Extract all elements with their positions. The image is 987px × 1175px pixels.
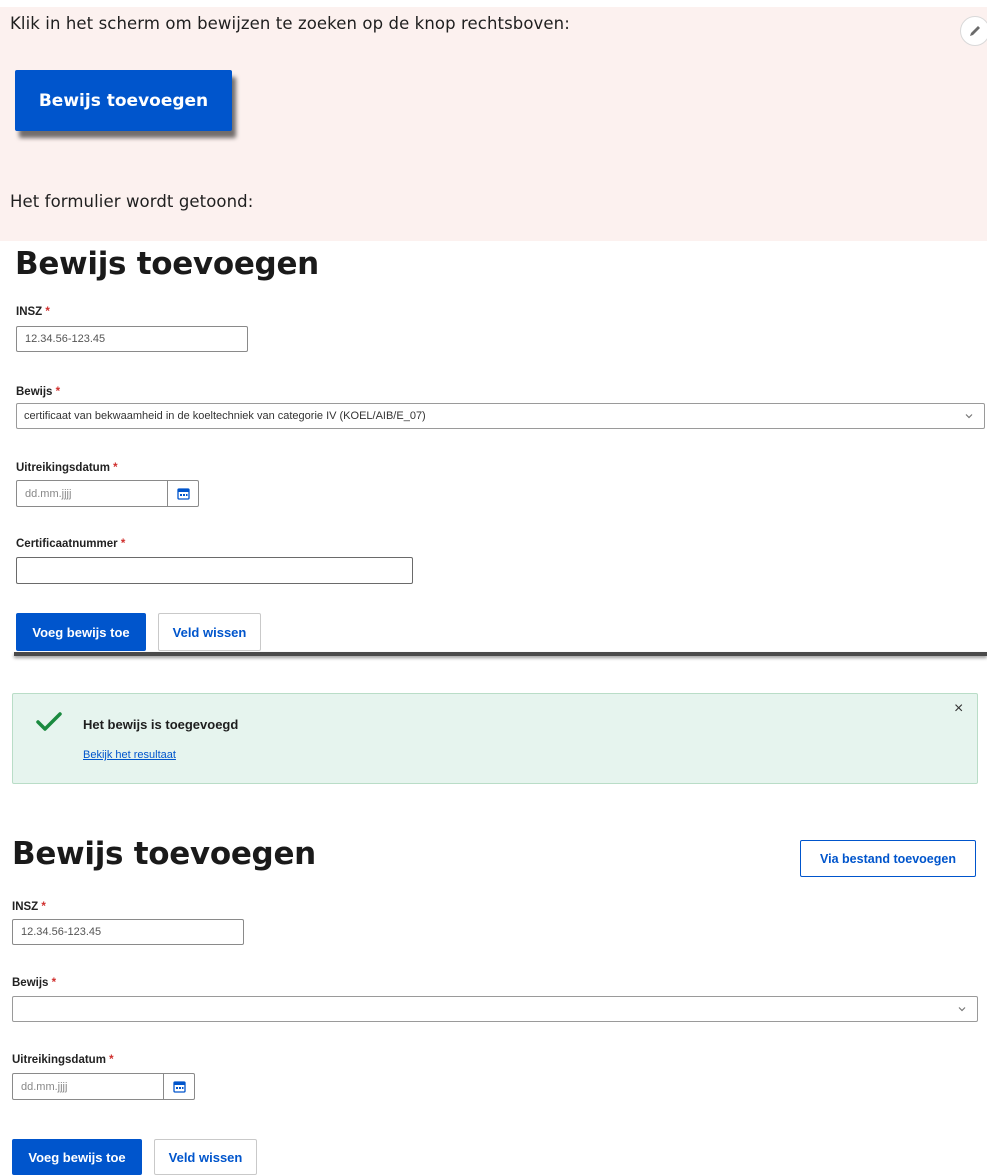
form1-cert-input[interactable] — [16, 557, 413, 584]
form1-clear-button[interactable]: Veld wissen — [158, 613, 261, 651]
alert-title: Het bewijs is toegevoegd — [83, 717, 239, 732]
form2-clear-button[interactable]: Veld wissen — [154, 1139, 257, 1175]
demo-add-proof-button: Bewijs toevoegen — [15, 70, 232, 131]
edit-button[interactable] — [960, 16, 987, 46]
form1-bottom-edge — [14, 652, 987, 656]
alert-result-link[interactable]: Bekijk het resultaat — [83, 749, 176, 761]
form2-calendar-button[interactable] — [163, 1073, 195, 1100]
form1-bewijs-label: Bewijs * — [16, 386, 61, 398]
instruction-text-2: Het formulier wordt getoond: — [10, 192, 254, 211]
form1-date-label: Uitreikingsdatum * — [16, 462, 118, 474]
form2-title: Bewijs toevoegen — [12, 836, 316, 872]
form2-date-input[interactable]: dd.mm.jjjj — [12, 1073, 164, 1100]
form1-cert-label: Certificaatnummer * — [16, 538, 126, 550]
chevron-down-icon — [965, 414, 973, 419]
calendar-icon — [172, 1081, 186, 1093]
form2-bewijs-label: Bewijs * — [12, 977, 57, 989]
form1-insz-input[interactable]: 12.34.56-123.45 — [16, 326, 248, 352]
form2-insz-input[interactable]: 12.34.56-123.45 — [12, 919, 244, 945]
form1-insz-label: INSZ * — [16, 306, 50, 318]
instruction-text-1: Klik in het scherm om bewijzen te zoeken… — [10, 14, 570, 33]
form2-date-label: Uitreikingsdatum * — [12, 1054, 114, 1066]
form2-bewijs-select[interactable] — [12, 996, 978, 1022]
form1-title: Bewijs toevoegen — [15, 246, 319, 282]
add-via-file-button[interactable]: Via bestand toevoegen — [800, 840, 976, 877]
success-alert — [12, 693, 978, 784]
checkmark-icon — [36, 712, 62, 731]
form1-submit-button[interactable]: Voeg bewijs toe — [16, 613, 146, 651]
form1-calendar-button[interactable] — [167, 480, 199, 507]
calendar-icon — [176, 488, 190, 500]
form1-bewijs-select[interactable]: certificaat van bekwaamheid in de koelte… — [16, 403, 985, 429]
pencil-icon — [970, 26, 980, 36]
alert-close-button[interactable]: × — [954, 700, 963, 718]
form2-insz-label: INSZ * — [12, 901, 46, 913]
form1-date-input[interactable]: dd.mm.jjjj — [16, 480, 168, 507]
form2-submit-button[interactable]: Voeg bewijs toe — [12, 1139, 142, 1175]
chevron-down-icon — [958, 1007, 966, 1012]
form1-bewijs-selected: certificaat van bekwaamheid in de koelte… — [24, 410, 426, 422]
